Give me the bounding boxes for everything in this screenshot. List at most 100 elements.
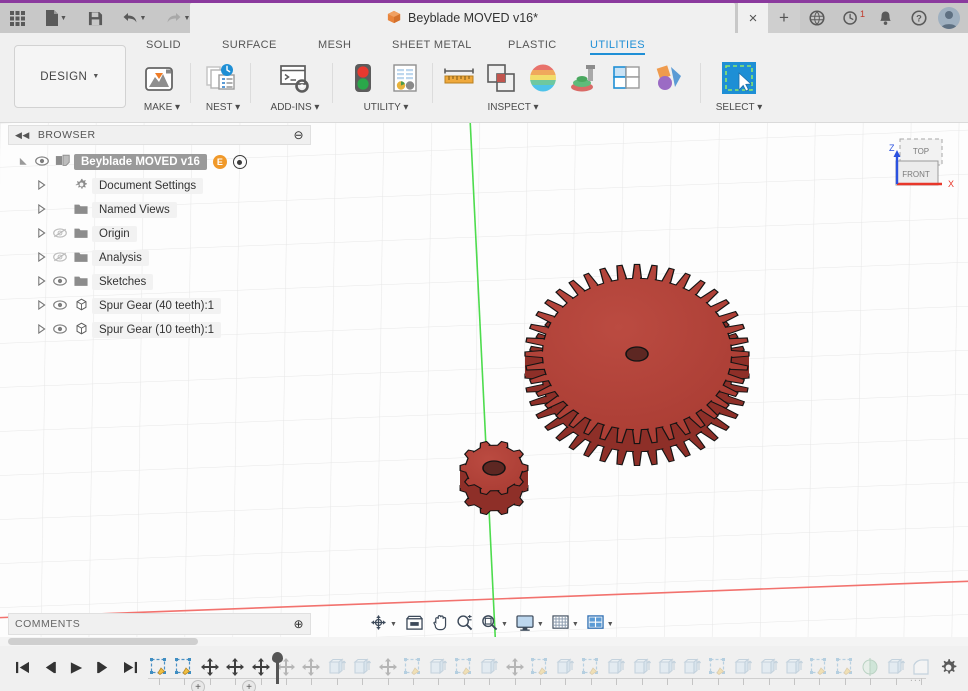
eye-visible-icon[interactable] <box>50 300 70 313</box>
chevron-down-icon[interactable]: ▼ <box>501 621 508 628</box>
chevron-down-icon[interactable]: ▼ <box>607 621 614 628</box>
eye-visible-icon[interactable] <box>50 276 70 289</box>
timeline-feature-move[interactable] <box>504 656 526 678</box>
interference-icon[interactable] <box>480 57 522 99</box>
timeline-feature-extrude[interactable] <box>351 656 373 678</box>
timeline-feature-sketch[interactable] <box>173 656 195 678</box>
tab-solid[interactable]: SOLID <box>146 39 181 54</box>
tab-utilities[interactable]: UTILITIES <box>590 39 645 55</box>
timeline-feature-sketch[interactable] <box>148 656 170 678</box>
ribbon-group-inspect-label[interactable]: INSPECT ▾ <box>438 102 588 113</box>
ribbon-group-nest-label[interactable]: NEST ▾ <box>200 102 246 113</box>
browser-item-spur-gear-40-teeth-1[interactable]: Spur Gear (40 teeth):1 <box>8 294 311 318</box>
window-select-icon[interactable] <box>718 57 760 99</box>
ribbon-group-utility-label[interactable]: UTILITY ▾ <box>342 102 430 113</box>
ribbon-group-select-label[interactable]: SELECT ▾ <box>708 102 770 113</box>
timeline-feature-extrude[interactable] <box>783 656 805 678</box>
timeline-feature-sketch[interactable] <box>834 656 856 678</box>
pan-tool[interactable] <box>428 614 452 634</box>
collapse-triangle-icon[interactable] <box>32 228 50 240</box>
view-cube[interactable]: TOP FRONT X Z <box>880 133 960 203</box>
display-settings[interactable]: ▼ <box>512 615 548 634</box>
viewport-layout[interactable]: ▼ <box>583 615 618 634</box>
jump-to-beginning-button[interactable] <box>10 657 34 681</box>
timeline-feature-sketch[interactable] <box>808 656 830 678</box>
timeline-feature-extrude[interactable] <box>605 656 627 678</box>
timeline-feature-sketch[interactable] <box>580 656 602 678</box>
scripts-addins-icon[interactable] <box>274 57 316 99</box>
tab-sheet-metal[interactable]: SHEET METAL <box>392 39 472 54</box>
step-forward-button[interactable] <box>91 657 115 681</box>
plus-circle-icon[interactable]: ⊕ <box>293 617 304 631</box>
minus-circle-icon[interactable]: ⊖ <box>293 128 304 142</box>
ribbon-group-make-label[interactable]: MAKE ▾ <box>138 102 186 113</box>
timeline-feature-extrude[interactable] <box>326 656 348 678</box>
timeline-feature-move[interactable] <box>377 656 399 678</box>
browser-item-sketches[interactable]: Sketches <box>8 270 311 294</box>
collapse-triangle-icon[interactable] <box>32 276 50 288</box>
compute-status-icon[interactable] <box>342 57 384 99</box>
expand-triangle-icon[interactable] <box>14 156 32 169</box>
browser-item-beyblade-moved-v16[interactable]: Beyblade MOVED v16E <box>8 150 311 174</box>
step-back-button[interactable] <box>37 657 61 681</box>
new-file-button[interactable]: ▼ <box>34 3 78 33</box>
external-reference-badge[interactable]: E <box>213 155 227 169</box>
account-avatar[interactable] <box>938 7 960 29</box>
timeline-feature-extrude[interactable] <box>478 656 500 678</box>
horizontal-scrollbar[interactable] <box>0 637 968 646</box>
save-button[interactable] <box>78 3 112 33</box>
timeline-group-marker[interactable]: + <box>242 680 256 691</box>
fit-tool[interactable]: ▼ <box>477 614 512 634</box>
timeline-feature-sketch[interactable] <box>453 656 475 678</box>
tab-plastic[interactable]: PLASTIC <box>508 39 557 54</box>
3d-print-icon[interactable] <box>138 57 180 99</box>
browser-item-named-views[interactable]: Named Views <box>8 198 311 222</box>
eye-visible-icon[interactable] <box>32 156 52 169</box>
eye-hidden-icon[interactable] <box>50 252 70 265</box>
curvature-icon[interactable] <box>564 57 606 99</box>
timeline-group-marker[interactable]: + <box>191 680 205 691</box>
double-left-arrow-icon[interactable]: ◀◀ <box>15 130 30 141</box>
timeline-feature-extrude[interactable] <box>681 656 703 678</box>
chevron-down-icon[interactable]: ▼ <box>537 621 544 628</box>
timeline-feature-extrude[interactable] <box>427 656 449 678</box>
eye-hidden-icon[interactable] <box>50 228 70 241</box>
collapse-triangle-icon[interactable] <box>32 252 50 264</box>
browser-item-spur-gear-10-teeth-1[interactable]: Spur Gear (10 teeth):1 <box>8 318 311 342</box>
timeline-feature-sketch[interactable] <box>529 656 551 678</box>
document-tab[interactable]: Beyblade MOVED v16* <box>190 3 735 33</box>
undo-button[interactable]: ▼ <box>112 3 156 33</box>
timeline-feature-extrude[interactable] <box>758 656 780 678</box>
orbit-tool[interactable]: ▼ <box>366 614 401 634</box>
center-of-mass-icon[interactable] <box>648 57 690 99</box>
collapse-triangle-icon[interactable] <box>32 324 50 336</box>
scrollbar-thumb[interactable] <box>8 638 198 645</box>
tab-surface[interactable]: SURFACE <box>222 39 277 54</box>
jump-to-end-button[interactable] <box>118 657 142 681</box>
browser-item-document-settings[interactable]: Document Settings <box>8 174 311 198</box>
timeline-settings-gear-icon[interactable] <box>939 658 958 680</box>
grid-snaps[interactable]: ▼ <box>548 615 583 634</box>
activate-component-icon[interactable] <box>233 155 247 169</box>
eye-visible-icon[interactable] <box>50 324 70 337</box>
chevron-down-icon[interactable]: ▼ <box>572 621 579 628</box>
workspace-switcher-button[interactable]: DESIGN ▼ <box>14 45 126 108</box>
timeline-feature-move[interactable] <box>300 656 322 678</box>
app-grid-button[interactable] <box>0 3 34 33</box>
timeline-feature-extrude[interactable] <box>554 656 576 678</box>
timeline-feature-pattern[interactable] <box>199 656 221 678</box>
notifications-button[interactable] <box>868 3 902 33</box>
look-at-tool[interactable] <box>401 615 428 634</box>
report-icon[interactable] <box>384 57 426 99</box>
job-status-button[interactable]: 1 <box>834 3 868 33</box>
timeline-feature-move[interactable] <box>224 656 246 678</box>
timeline-feature-sketch[interactable] <box>402 656 424 678</box>
timeline-feature-extrude[interactable] <box>732 656 754 678</box>
browser-item-analysis[interactable]: Analysis <box>8 246 311 270</box>
timeline-feature-sketch[interactable] <box>707 656 729 678</box>
chevron-down-icon[interactable]: ▼ <box>390 621 397 628</box>
component-color-icon[interactable] <box>606 57 648 99</box>
timeline-feature-revolve[interactable] <box>859 656 881 678</box>
tab-mesh[interactable]: MESH <box>318 39 351 54</box>
timeline-feature-extrude[interactable] <box>885 656 907 678</box>
